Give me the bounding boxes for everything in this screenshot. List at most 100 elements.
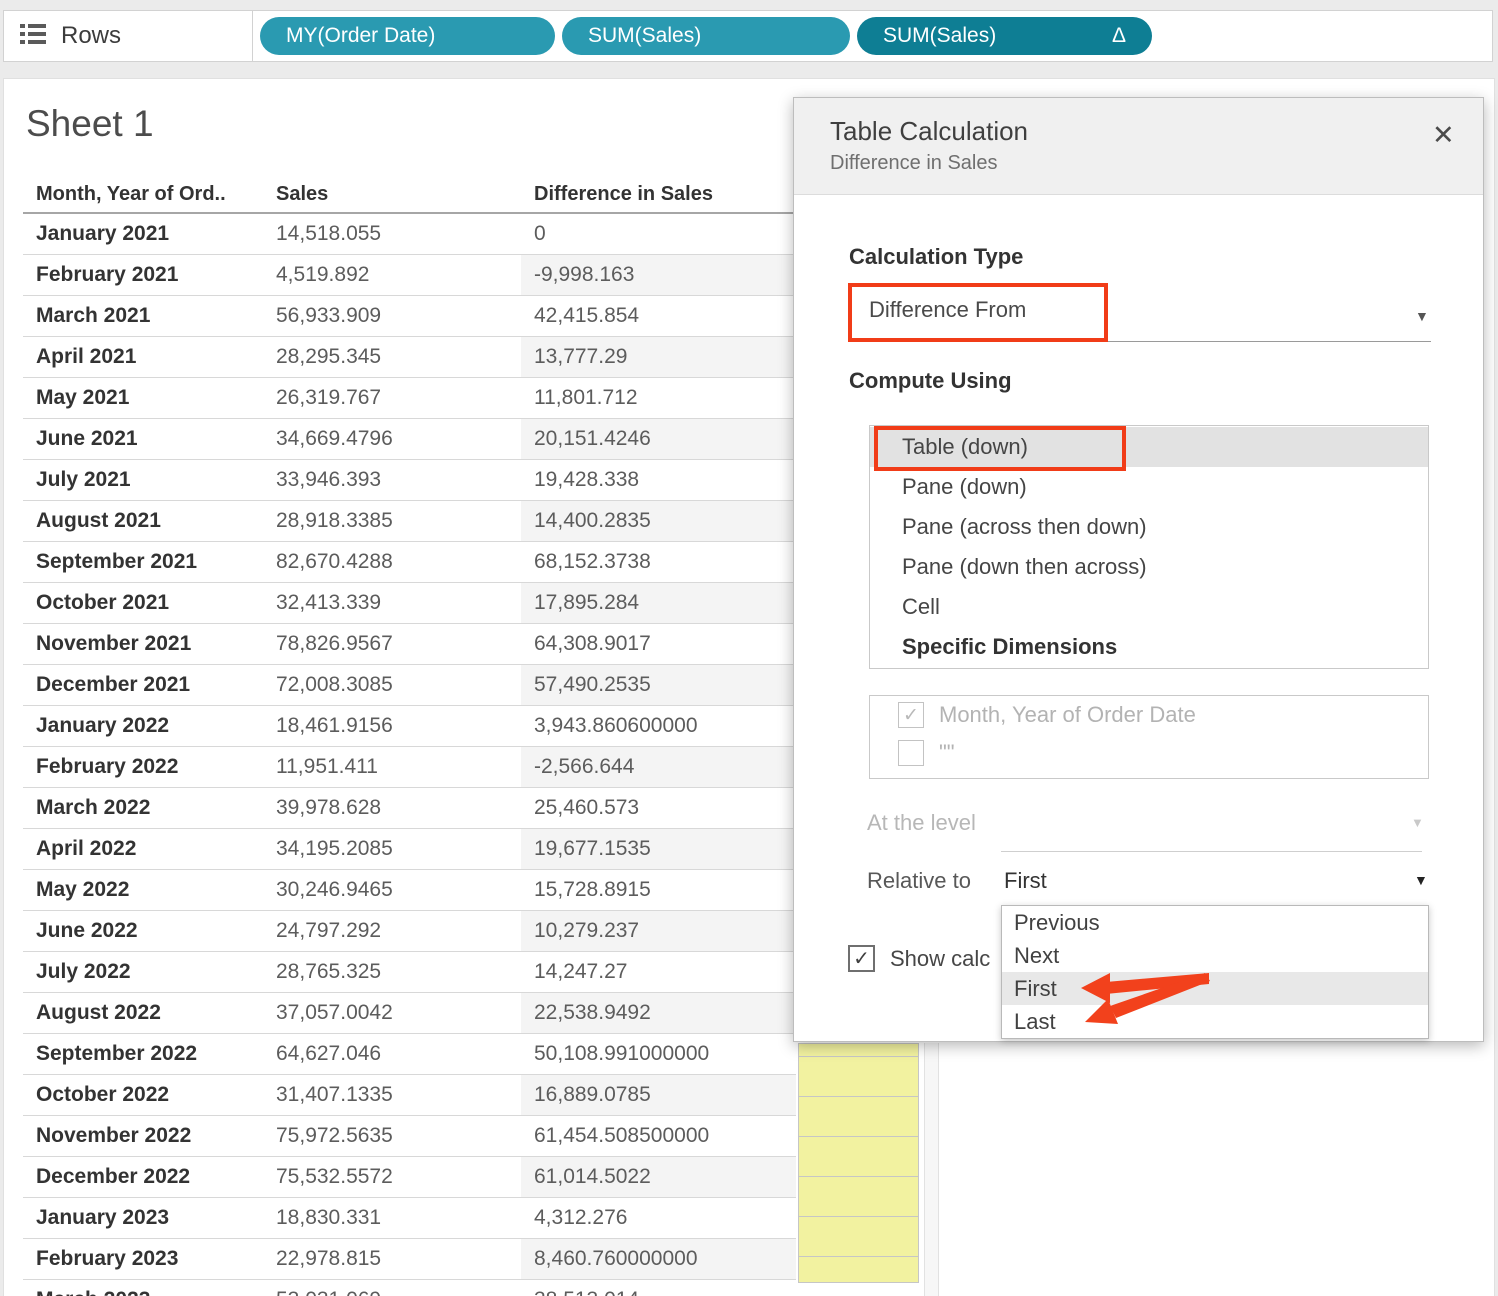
annotation-redbox-table-down xyxy=(874,426,1126,471)
highlighted-cell[interactable] xyxy=(799,1257,918,1282)
cell-month: March 2021 xyxy=(36,304,151,327)
compute-using-label: Compute Using xyxy=(849,368,1012,393)
cell-month: April 2022 xyxy=(36,837,137,860)
table-row[interactable]: May 2022 30,246.9465 15,728.8915 xyxy=(23,870,796,911)
column-header-month: Month, Year of Ord.. xyxy=(36,183,226,205)
table-row[interactable]: March 2022 39,978.628 25,460.573 xyxy=(23,788,796,829)
table-row[interactable]: October 2022 31,407.1335 16,889.0785 xyxy=(23,1075,796,1116)
table-row[interactable]: October 2021 32,413.339 17,895.284 xyxy=(23,583,796,624)
rows-shelf-label: Rows xyxy=(61,22,122,49)
dialog-subtitle: Difference in Sales xyxy=(830,152,998,174)
table-row[interactable]: January 2022 18,461.9156 3,943.860600000 xyxy=(23,706,796,747)
table-row[interactable]: April 2021 28,295.345 13,777.29 xyxy=(23,337,796,378)
cell-difference: 25,460.573 xyxy=(534,796,640,819)
vertical-scrollbar[interactable] xyxy=(924,1043,939,1296)
cell-difference: 15,728.8915 xyxy=(534,878,651,901)
cell-month: June 2021 xyxy=(36,427,138,450)
pill-sum-sales[interactable]: SUM(Sales) xyxy=(562,17,850,55)
cell-month: March 2022 xyxy=(36,796,151,819)
cell-difference: 0 xyxy=(534,222,546,245)
cell-month: March 2023 xyxy=(36,1280,150,1296)
cell-sales: 31,407.1335 xyxy=(276,1083,393,1106)
table-row[interactable]: July 2022 28,765.325 14,247.27 xyxy=(23,952,796,993)
cell-sales: 37,057.0042 xyxy=(276,1001,393,1024)
cell-month: February 2023 xyxy=(36,1247,179,1270)
table-row[interactable]: November 2022 75,972.5635 61,454.508500000 xyxy=(23,1116,796,1157)
cell-month: January 2022 xyxy=(36,714,170,737)
pill-sum-sales-delta[interactable]: SUM(Sales) Δ xyxy=(857,17,1152,55)
cell-month: June 2022 xyxy=(36,919,138,942)
close-icon[interactable]: ✕ xyxy=(1432,120,1455,151)
table-row[interactable]: November 2021 78,826.9567 64,308.9017 xyxy=(23,624,796,665)
chevron-down-icon: ▼ xyxy=(1414,872,1428,888)
highlighted-cell[interactable] xyxy=(799,1044,918,1057)
table-row[interactable]: June 2022 24,797.292 10,279.237 xyxy=(23,911,796,952)
table-row[interactable]: January 2021 14,518.055 0 xyxy=(23,214,796,255)
show-calc-label: Show calc xyxy=(890,945,991,971)
compute-option-cell[interactable]: Cell xyxy=(870,587,1428,627)
table-row[interactable]: September 2022 64,627.046 50,108.991000000 xyxy=(23,1034,796,1075)
cell-difference: 17,895.284 xyxy=(521,583,796,623)
checkbox-checked[interactable]: ✓ xyxy=(848,945,875,972)
shelf-pills: MY(Order Date) SUM(Sales) SUM(Sales) Δ xyxy=(260,17,1152,55)
highlighted-cell[interactable] xyxy=(799,1137,918,1177)
highlighted-cell[interactable] xyxy=(799,1177,918,1217)
cell-difference: 16,889.0785 xyxy=(521,1075,796,1115)
table-row[interactable]: April 2022 34,195.2085 19,677.1535 xyxy=(23,829,796,870)
cell-sales: 64,627.046 xyxy=(276,1042,382,1065)
relative-option-previous[interactable]: Previous xyxy=(1002,906,1428,939)
rows-icon xyxy=(20,23,46,50)
table-row[interactable]: March 2021 56,933.909 42,415.854 xyxy=(23,296,796,337)
cell-difference: 50,108.991000000 xyxy=(534,1042,710,1065)
table-row[interactable]: February 2023 22,978.815 8,460.760000000 xyxy=(23,1239,796,1280)
table-row[interactable]: December 2021 72,008.3085 57,490.2535 xyxy=(23,665,796,706)
cell-sales: 28,295.345 xyxy=(276,345,382,368)
table-row[interactable]: January 2023 18,830.331 4,312.276 xyxy=(23,1198,796,1239)
compute-option-pane-across-then-down[interactable]: Pane (across then down) xyxy=(870,507,1428,547)
cell-difference: 57,490.2535 xyxy=(521,665,796,705)
cell-month: December 2021 xyxy=(36,673,191,696)
pill-my-order-date[interactable]: MY(Order Date) xyxy=(260,17,555,55)
table-row[interactable]: March 2023 53,031.069 38,513.014 xyxy=(23,1280,796,1296)
cell-sales: 53,031.069 xyxy=(276,1280,381,1296)
show-calc-checkbox-row[interactable]: ✓ Show calc xyxy=(848,945,992,972)
table-row[interactable]: August 2022 37,057.0042 22,538.9492 xyxy=(23,993,796,1034)
cell-month: September 2021 xyxy=(36,550,198,573)
cell-month: January 2021 xyxy=(36,222,170,245)
cell-difference: 61,454.508500000 xyxy=(534,1124,710,1147)
cell-sales: 24,797.292 xyxy=(276,919,382,942)
table-row[interactable]: September 2021 82,670.4288 68,152.3738 xyxy=(23,542,796,583)
cell-month: August 2022 xyxy=(36,1001,161,1024)
relative-to-select[interactable]: First xyxy=(1004,868,1047,894)
table-row[interactable]: February 2022 11,951.411 -2,566.644 xyxy=(23,747,796,788)
table-row[interactable]: February 2021 4,519.892 -9,998.163 xyxy=(23,255,796,296)
chevron-down-icon: ▼ xyxy=(1411,815,1424,830)
dimension-label: Month, Year of Order Date xyxy=(939,702,1196,727)
cell-sales: 30,246.9465 xyxy=(276,878,393,901)
cell-month: April 2021 xyxy=(36,345,137,368)
compute-option-specific-dimensions[interactable]: Specific Dimensions xyxy=(870,627,1428,667)
cell-month: July 2022 xyxy=(36,960,131,983)
cell-month: January 2023 xyxy=(36,1206,170,1229)
table-row[interactable]: July 2021 33,946.393 19,428.338 xyxy=(23,460,796,501)
cell-sales: 78,826.9567 xyxy=(276,632,393,655)
highlighted-cell[interactable] xyxy=(799,1217,918,1257)
cell-difference: 14,400.2835 xyxy=(521,501,796,541)
pill-label: SUM(Sales) xyxy=(883,24,997,47)
table-row[interactable]: August 2021 28,918.3385 14,400.2835 xyxy=(23,501,796,542)
table-row[interactable]: December 2022 75,532.5572 61,014.5022 xyxy=(23,1157,796,1198)
pill-label: MY(Order Date) xyxy=(286,24,436,47)
delta-icon: Δ xyxy=(1111,24,1126,47)
at-the-level-label: At the level xyxy=(867,810,976,835)
highlighted-cell[interactable] xyxy=(799,1057,918,1097)
compute-option-pane-down-then-across[interactable]: Pane (down then across) xyxy=(870,547,1428,587)
cell-sales: 11,951.411 xyxy=(276,755,378,778)
highlighted-cell[interactable] xyxy=(799,1097,918,1137)
table-row[interactable]: May 2021 26,319.767 11,801.712 xyxy=(23,378,796,419)
table-row[interactable]: June 2021 34,669.4796 20,151.4246 xyxy=(23,419,796,460)
cell-sales: 75,972.5635 xyxy=(276,1124,393,1147)
cell-difference: 10,279.237 xyxy=(521,911,796,951)
cell-month: September 2022 xyxy=(36,1042,198,1065)
compute-option-pane-down[interactable]: Pane (down) xyxy=(870,467,1428,507)
cell-sales: 34,195.2085 xyxy=(276,837,393,860)
